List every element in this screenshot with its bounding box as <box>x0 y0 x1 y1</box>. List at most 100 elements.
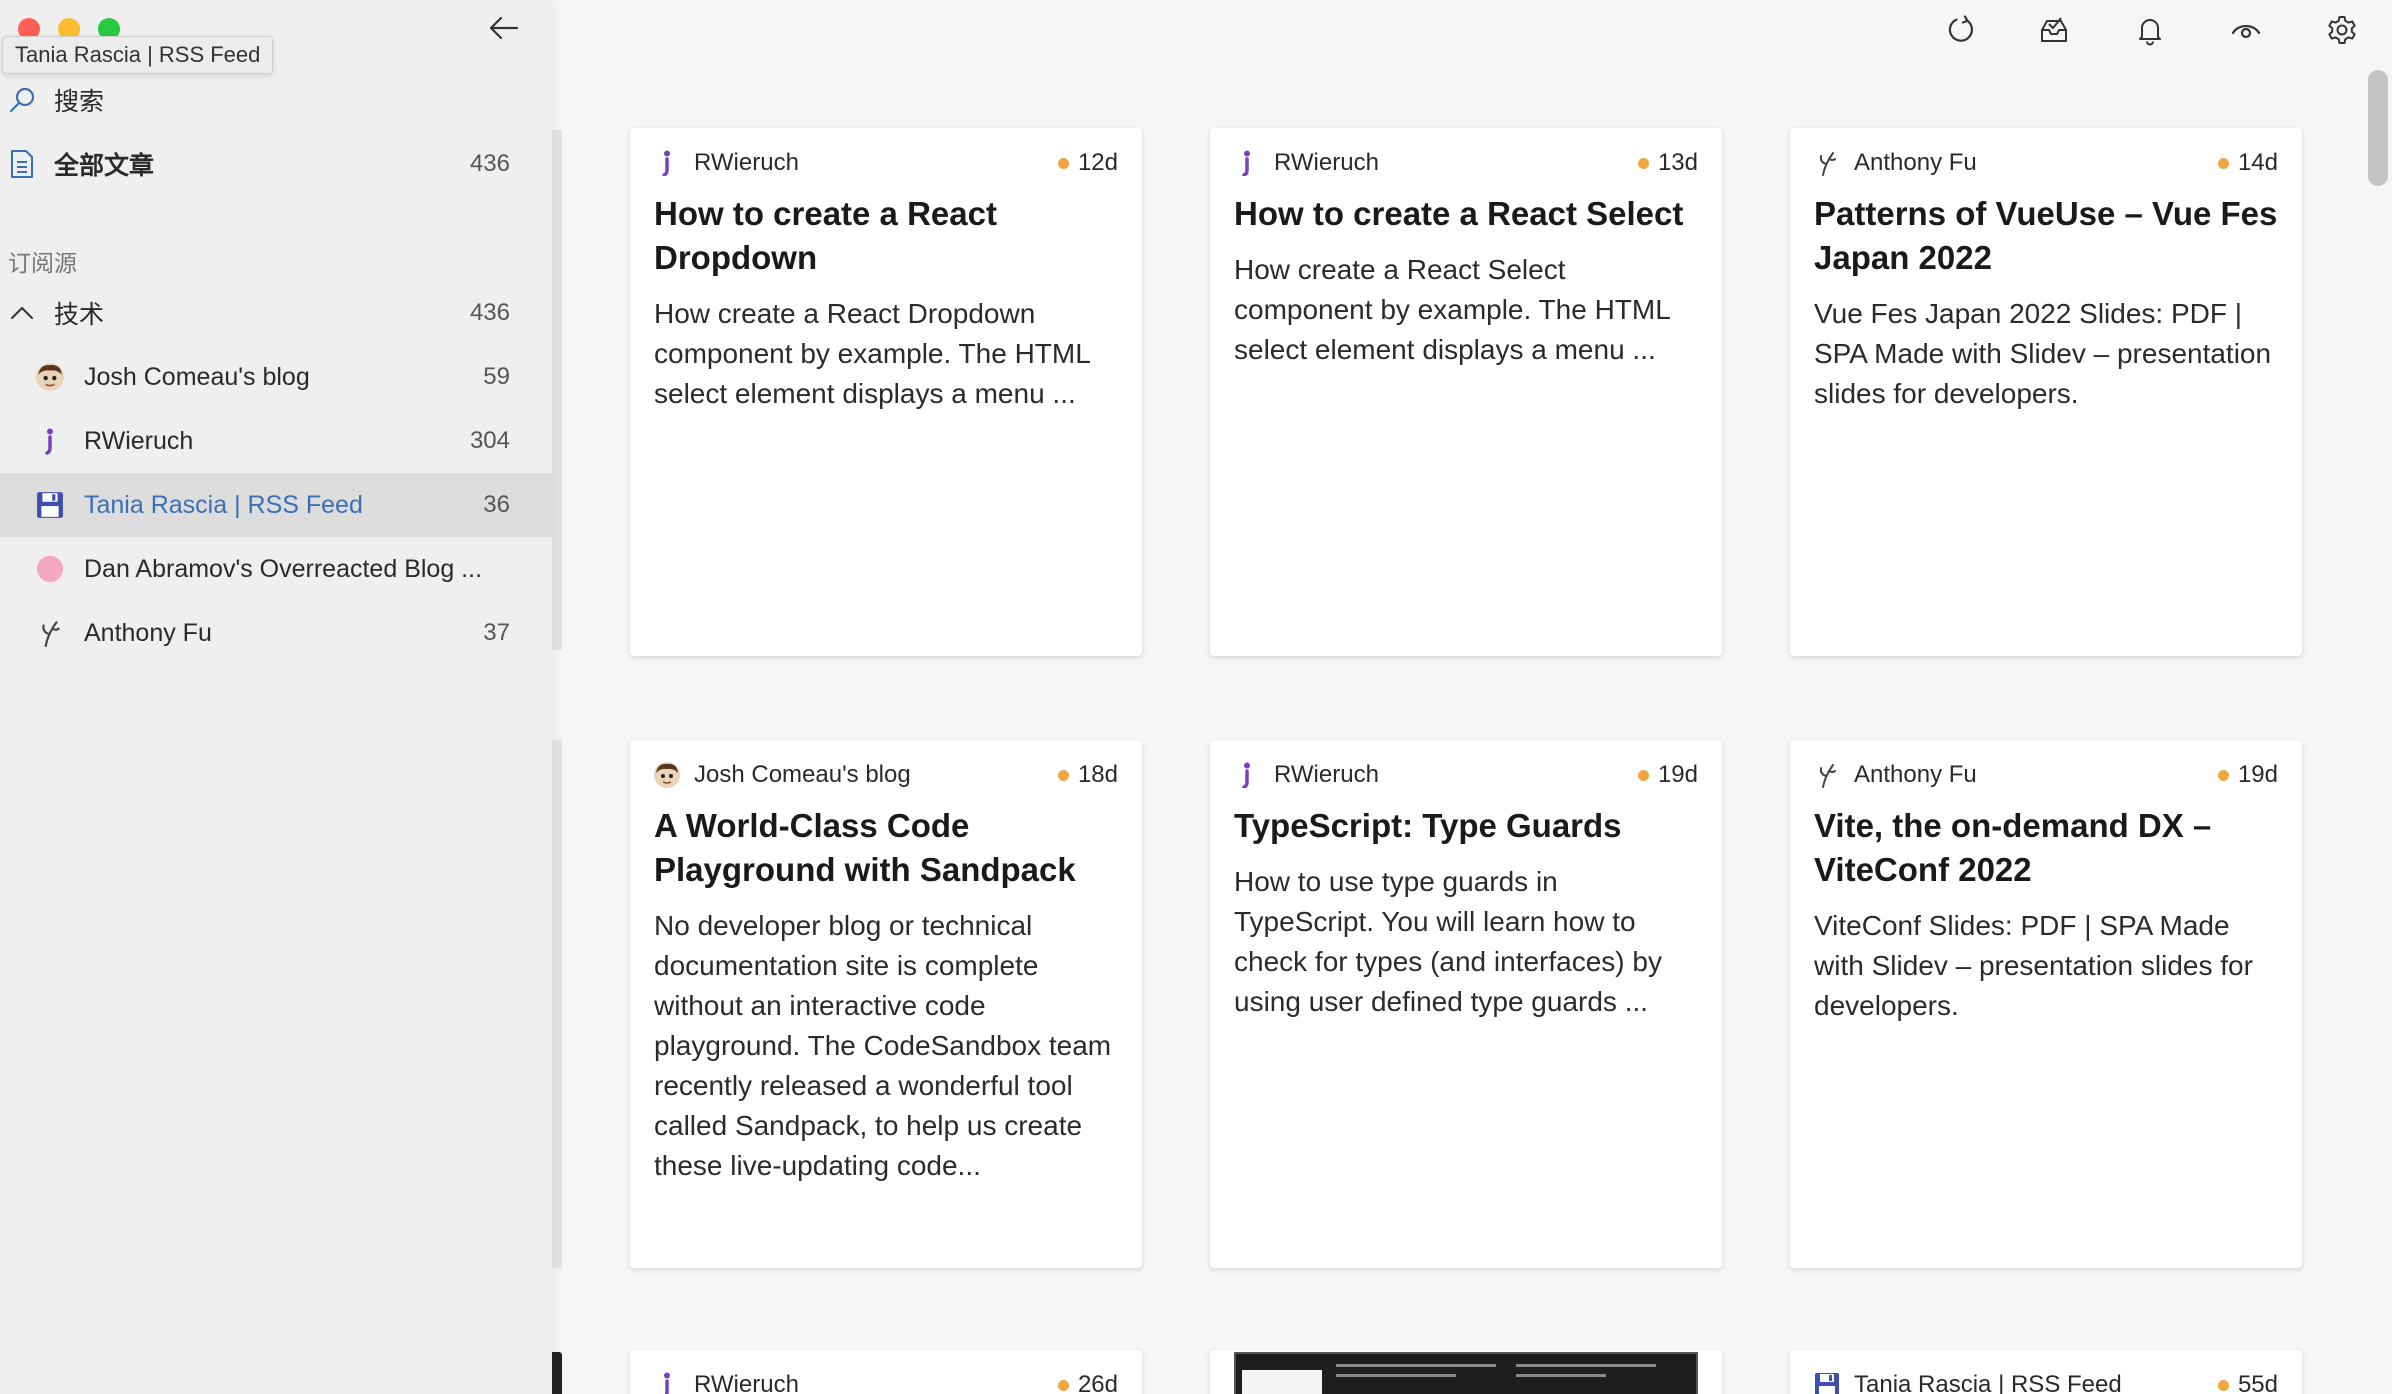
feed-dan-abramov[interactable]: Dan Abramov's Overreacted Blog ... <box>0 537 552 601</box>
card-age-text: 12d <box>1077 149 1118 176</box>
arrow-left-icon <box>489 16 519 40</box>
card-title: Patterns of VueUse – Vue Fes Japan 2022 <box>1814 195 2278 276</box>
document-icon <box>8 150 36 178</box>
unread-dot <box>2217 157 2229 169</box>
all-articles-item[interactable]: 全部文章 436 <box>0 132 552 196</box>
unread-dot <box>2217 1379 2229 1391</box>
card-age: 55d <box>2217 1371 2278 1394</box>
card-age: 18d <box>1057 761 1118 789</box>
floppy-disk-icon <box>1814 1372 1840 1394</box>
anthony-fu-icon <box>36 619 64 647</box>
subscriptions-section-label: 订阅源 <box>8 250 77 276</box>
card-title: A World-Class Code Playground with Sandp… <box>654 807 1076 888</box>
feed-tania-rascia[interactable]: Tania Rascia | RSS Feed 36 <box>0 473 552 537</box>
sidebar-shadow-edge <box>552 740 562 1268</box>
feed-count: 37 <box>483 619 510 646</box>
feed-josh-comeau[interactable]: Josh Comeau's blog 59 <box>0 345 552 409</box>
search-button[interactable]: 搜索 <box>0 68 552 132</box>
card-age: 12d <box>1057 149 1118 177</box>
anthony-fu-icon <box>1814 762 1840 788</box>
josh-avatar-icon <box>654 762 680 788</box>
unread-dot <box>1637 769 1649 781</box>
card-age-text: 19d <box>1657 761 1698 788</box>
card-snippet: How to use type guards in TypeScript. Yo… <box>1234 866 1662 1017</box>
card-snippet: Vue Fes Japan 2022 Slides: PDF | SPA Mad… <box>1814 298 2272 409</box>
unread-dot <box>2217 769 2229 781</box>
refresh-icon[interactable] <box>1942 12 1978 48</box>
article-card[interactable]: Josh Comeau's blog 18d A World-Class Cod… <box>630 740 1142 1268</box>
rwieruch-icon <box>654 1372 680 1394</box>
collapse-sidebar-button[interactable] <box>486 10 522 46</box>
window-title-tooltip: Tania Rascia | RSS Feed <box>2 36 274 74</box>
feed-count: 59 <box>483 363 510 390</box>
search-icon <box>8 86 36 114</box>
card-snippet: How create a React Dropdown component by… <box>654 298 1090 409</box>
card-age-text: 19d <box>2237 761 2278 788</box>
card-source: RWieruch <box>694 149 799 176</box>
card-age-text: 14d <box>2237 149 2278 176</box>
card-age-text: 26d <box>1077 1371 1118 1394</box>
article-card[interactable]: RWieruch 19d TypeScript: Type Guards How… <box>1210 740 1722 1268</box>
mark-all-read-icon[interactable] <box>2036 12 2072 48</box>
rwieruch-icon <box>1234 150 1260 176</box>
card-source: RWieruch <box>1274 761 1379 788</box>
article-card[interactable] <box>1210 1350 1722 1394</box>
settings-icon[interactable] <box>2324 12 2360 48</box>
floppy-disk-icon <box>36 491 64 519</box>
sidebar: 搜索 全部文章 436 订阅源 技术 436 Josh Comeau's blo… <box>0 0 552 1394</box>
card-title: Vite, the on-demand DX – ViteConf 2022 <box>1814 807 2212 888</box>
unread-dot <box>1057 1379 1069 1391</box>
article-card[interactable]: RWieruch 12d How to create a React Dropd… <box>630 128 1142 656</box>
search-label: 搜索 <box>54 88 105 116</box>
article-card[interactable]: RWieruch 13d How to create a React Selec… <box>1210 128 1722 656</box>
card-source: Anthony Fu <box>1854 149 1977 176</box>
feed-rwieruch[interactable]: RWieruch 304 <box>0 409 552 473</box>
article-card[interactable]: RWieruch 26d <box>630 1350 1142 1394</box>
article-card[interactable]: Tania Rascia | RSS Feed 55d <box>1790 1350 2302 1394</box>
card-source: RWieruch <box>1274 149 1379 176</box>
card-age: 14d <box>2217 149 2278 177</box>
unread-dot <box>1637 157 1649 169</box>
feed-count: 304 <box>469 427 510 454</box>
josh-avatar-icon <box>36 363 64 391</box>
card-age: 26d <box>1057 1371 1118 1394</box>
group-count: 436 <box>469 299 510 326</box>
card-snippet: How create a React Select component by e… <box>1234 254 1670 365</box>
card-age-text: 13d <box>1657 149 1698 176</box>
feed-anthony-fu[interactable]: Anthony Fu 37 <box>0 601 552 665</box>
group-tech[interactable]: 技术 436 <box>0 281 552 345</box>
scrollbar-thumb[interactable] <box>2368 70 2388 186</box>
all-articles-label: 全部文章 <box>54 152 155 180</box>
card-age: 19d <box>2217 761 2278 789</box>
card-title: TypeScript: Type Guards <box>1234 807 1622 844</box>
sidebar-shadow-edge <box>552 130 562 650</box>
unread-dot <box>1057 769 1069 781</box>
card-age: 19d <box>1637 761 1698 789</box>
card-thumbnail <box>1234 1352 1698 1394</box>
card-age: 13d <box>1637 149 1698 177</box>
sidebar-resize-tab[interactable] <box>552 1352 562 1394</box>
chevron-up-icon <box>8 299 36 327</box>
feed-count: 36 <box>483 491 510 518</box>
card-age-text: 18d <box>1077 761 1118 788</box>
rwieruch-icon <box>36 427 64 455</box>
card-source: Josh Comeau's blog <box>694 761 911 788</box>
unread-dot <box>1057 157 1069 169</box>
card-source: Anthony Fu <box>1854 761 1977 788</box>
article-card[interactable]: Anthony Fu 19d Vite, the on-demand DX – … <box>1790 740 2302 1268</box>
group-label: 技术 <box>54 301 105 329</box>
view-icon[interactable] <box>2228 12 2264 48</box>
card-age-text: 55d <box>2237 1371 2278 1394</box>
card-source: RWieruch <box>694 1371 799 1394</box>
all-articles-count: 436 <box>469 150 510 177</box>
card-snippet: No developer blog or technical documenta… <box>654 910 1112 1181</box>
article-card[interactable]: Anthony Fu 14d Patterns of VueUse – Vue … <box>1790 128 2302 656</box>
feed-label: Dan Abramov's Overreacted Blog ... <box>84 554 483 583</box>
anthony-fu-icon <box>1814 150 1840 176</box>
feed-label: Tania Rascia | RSS Feed <box>84 490 363 519</box>
feed-label: RWieruch <box>84 426 194 455</box>
card-title: How to create a React Select <box>1234 195 1684 232</box>
notification-icon[interactable] <box>2132 12 2168 48</box>
card-title: How to create a React Dropdown <box>654 195 997 276</box>
feed-label: Josh Comeau's blog <box>84 362 310 391</box>
